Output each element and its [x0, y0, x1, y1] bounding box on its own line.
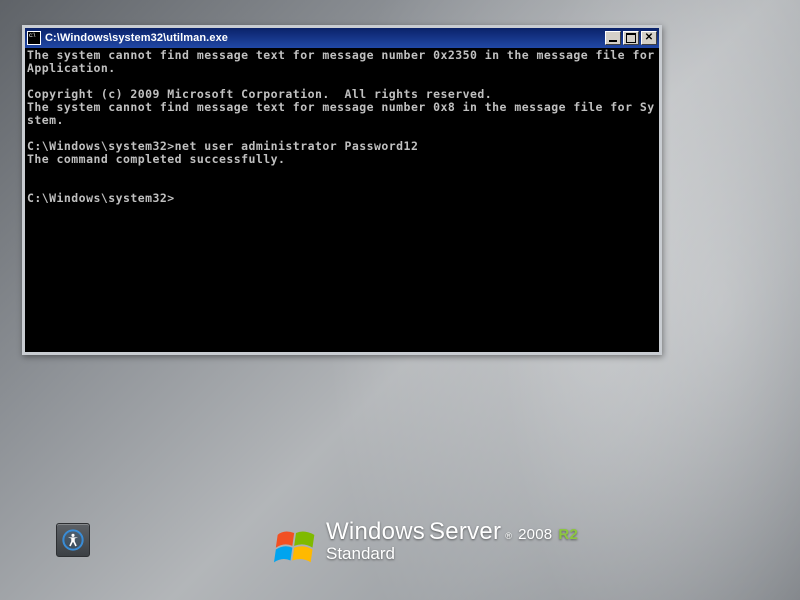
close-button[interactable]: ✕ — [641, 31, 657, 45]
window-title: C:\Windows\system32\utilman.exe — [45, 32, 605, 44]
maximize-button[interactable] — [623, 31, 639, 45]
ease-of-access-button[interactable] — [56, 523, 90, 557]
minimize-button[interactable] — [605, 31, 621, 45]
terminal-output[interactable]: The system cannot find message text for … — [25, 48, 659, 352]
terminal-line: The system cannot find message text for … — [27, 48, 659, 75]
terminal-line: Copyright (c) 2009 Microsoft Corporation… — [27, 87, 492, 101]
branding-windows: Windows — [326, 518, 425, 546]
window-controls: ✕ — [605, 31, 657, 45]
branding-year: 2008 — [518, 526, 552, 543]
branding-edition: Standard — [326, 544, 578, 564]
windows-logo-icon — [274, 522, 318, 566]
os-branding: Windows Server® 2008 R2 Standard — [274, 518, 578, 566]
branding-server: Server — [429, 518, 501, 546]
terminal-line: C:\Windows\system32>net user administrat… — [27, 139, 418, 153]
command-prompt-window: C:\Windows\system32\utilman.exe ✕ The sy… — [22, 25, 662, 355]
terminal-line: The command completed successfully. — [27, 152, 285, 166]
terminal-prompt: C:\Windows\system32> — [27, 191, 175, 205]
branding-suffix: R2 — [558, 526, 578, 543]
cmd-icon — [27, 31, 41, 45]
window-titlebar[interactable]: C:\Windows\system32\utilman.exe ✕ — [25, 28, 659, 48]
branding-line-1: Windows Server® 2008 R2 — [326, 518, 578, 546]
terminal-line: The system cannot find message text for … — [27, 100, 655, 127]
ease-of-access-icon — [62, 529, 84, 551]
